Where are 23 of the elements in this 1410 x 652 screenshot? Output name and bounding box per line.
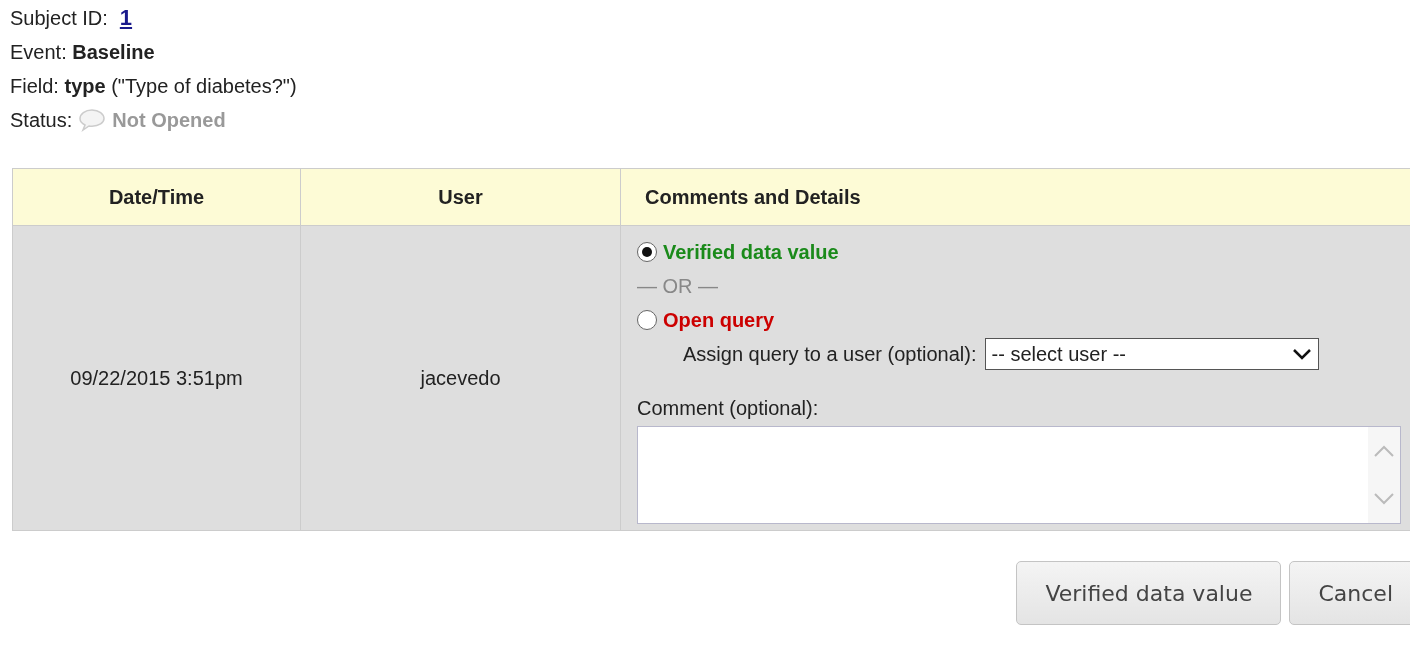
column-header: User <box>301 169 621 226</box>
cancel-button[interactable]: Cancel <box>1289 561 1410 625</box>
scroll-up-icon[interactable] <box>1373 444 1395 458</box>
or-separator: — OR — <box>637 274 719 298</box>
comment-field[interactable] <box>637 426 1401 524</box>
chevron-down-icon <box>1291 348 1312 360</box>
subject-label: Subject ID: <box>10 6 108 30</box>
subject-link[interactable]: 1 <box>119 6 133 30</box>
comment-label: Comment (optional): <box>637 396 819 420</box>
event-text: Event: Baseline <box>10 40 155 64</box>
radio-option[interactable]: Open query <box>637 304 1410 336</box>
status-text: Not Opened <box>112 108 226 132</box>
scroll-down-icon[interactable] <box>1373 492 1395 506</box>
status-label: Status: <box>10 108 73 132</box>
table-cell: 09/22/2015 3:51pm <box>13 226 301 530</box>
user-select[interactable]: -- select user -- <box>984 338 1319 370</box>
speech-bubble-icon <box>78 108 107 132</box>
field-text: Field: type ("Type of diabetes?") <box>10 74 297 98</box>
assign-label: Assign query to a user (optional): <box>683 342 977 366</box>
table-cell: jacevedo <box>301 226 621 530</box>
verify-button[interactable]: Verified data value <box>1016 561 1282 625</box>
column-header: Date/Time <box>13 169 301 226</box>
column-header: Comments and Details <box>621 169 1410 226</box>
